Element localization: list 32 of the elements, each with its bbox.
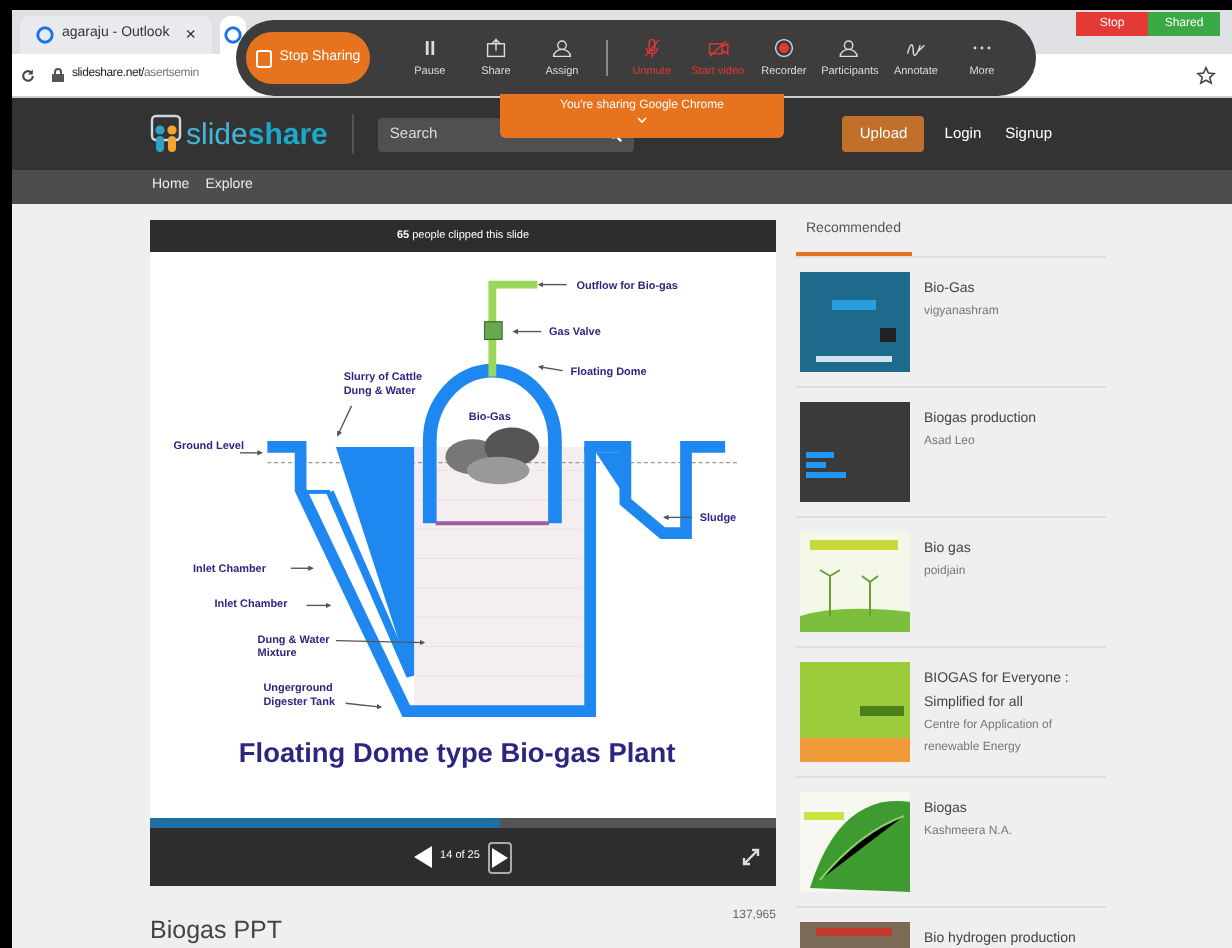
- previous-icon[interactable]: [414, 846, 433, 868]
- reload-icon: [20, 67, 36, 83]
- share-icon: [481, 35, 510, 60]
- next-button[interactable]: [487, 841, 512, 873]
- next-icon: [491, 847, 508, 867]
- leader-arrow: [305, 602, 332, 609]
- record-icon: [769, 35, 798, 60]
- star-icon[interactable]: [1196, 65, 1216, 85]
- leader-arrow: [337, 405, 353, 437]
- leader-arrow: [537, 364, 564, 372]
- chevron-down-icon: [636, 116, 648, 124]
- leader-arrow: [290, 565, 314, 571]
- camera-off-icon: [703, 35, 732, 60]
- leader-arrow: [537, 281, 568, 288]
- expand-icon[interactable]: [742, 848, 760, 866]
- slide-caption: Floating Dome type Bio-gas Plant: [238, 737, 676, 768]
- leader-arrow: [512, 328, 542, 335]
- lock-icon: [52, 68, 64, 82]
- presentation-title: Biogas PPT: [150, 914, 283, 943]
- globe-icon: [36, 26, 54, 44]
- leader-arrow: [663, 514, 693, 521]
- close-icon[interactable]: ×: [185, 26, 196, 44]
- screen-icon: [255, 49, 272, 67]
- leader-arrow: [344, 702, 383, 710]
- slideshare-logo[interactable]: slideshare: [150, 114, 354, 154]
- leader-arrow: [335, 639, 426, 646]
- progress-track[interactable]: [150, 818, 776, 828]
- person-icon: [835, 35, 864, 60]
- people-icon: [150, 114, 182, 154]
- person-icon: [547, 35, 576, 60]
- globe-icon: [224, 26, 242, 44]
- leader-arrow: [239, 450, 263, 456]
